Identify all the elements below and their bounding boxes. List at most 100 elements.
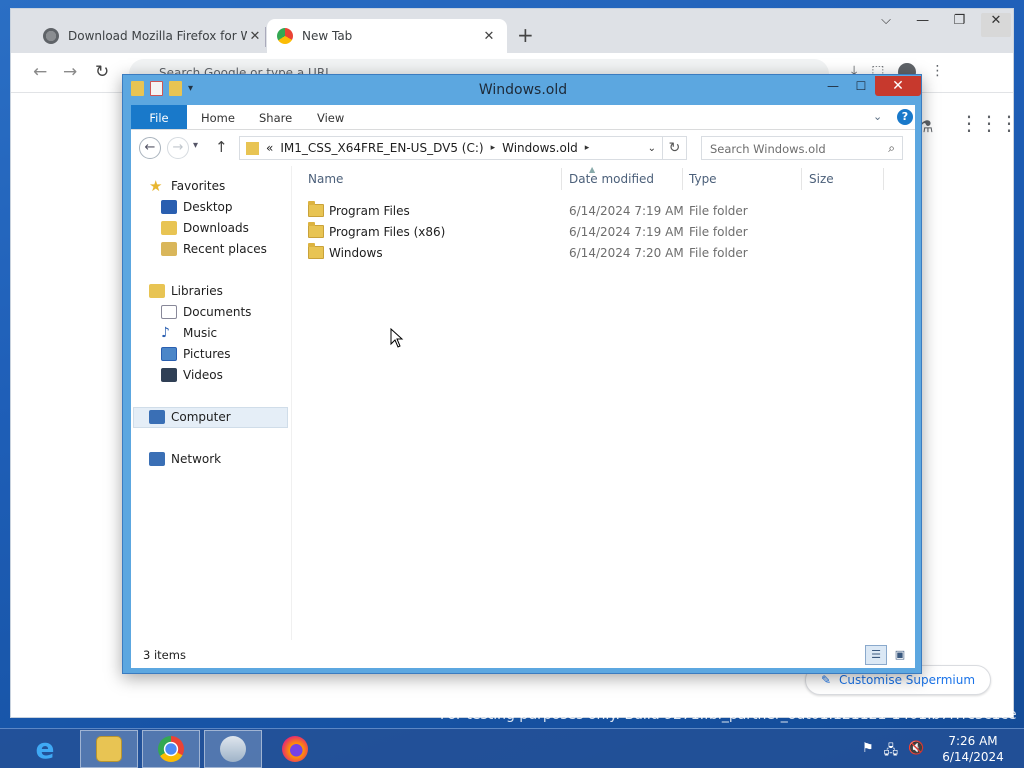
- taskbar: e ⚑ 🖧 🔇 7:26 AM 6/14/2024: [0, 728, 1024, 768]
- breadcrumb-chevron-icon[interactable]: ▸: [585, 143, 590, 153]
- taskbar-firefox[interactable]: [266, 730, 324, 768]
- column-header-type[interactable]: Type: [689, 172, 717, 186]
- taskbar-internet-explorer[interactable]: e: [16, 730, 74, 768]
- new-folder-icon[interactable]: [169, 81, 182, 96]
- tab-firefox-download[interactable]: Download Mozilla Firefox for W ✕: [33, 19, 273, 53]
- apps-grid-icon[interactable]: ⋮⋮⋮: [959, 113, 1019, 133]
- properties-icon[interactable]: [150, 81, 163, 96]
- breadcrumb-windows-old[interactable]: Windows.old: [502, 141, 578, 155]
- new-tab-button[interactable]: +: [517, 25, 534, 45]
- nav-network[interactable]: Network: [131, 449, 291, 469]
- minimize-button[interactable]: —: [908, 13, 938, 37]
- refresh-icon[interactable]: ↻: [663, 136, 687, 160]
- nav-label: Favorites: [171, 179, 226, 193]
- network-icon: [149, 452, 165, 466]
- back-icon[interactable]: ←: [33, 62, 47, 82]
- nav-item-downloads[interactable]: Downloads: [131, 218, 291, 238]
- tab-new-tab[interactable]: New Tab ✕: [267, 19, 507, 53]
- clock[interactable]: 7:26 AM 6/14/2024: [930, 733, 1016, 765]
- status-bar: 3 items ☰ ▣: [131, 640, 915, 668]
- nav-label: Downloads: [183, 221, 249, 235]
- folder-icon: [308, 243, 324, 259]
- search-icon[interactable]: ⌕: [888, 141, 895, 156]
- explorer-content: ★ Favorites Desktop Downloads Recent pla…: [131, 165, 915, 640]
- tab-file[interactable]: File: [131, 105, 187, 129]
- taskbar-media[interactable]: [204, 730, 262, 768]
- internet-explorer-icon: e: [35, 732, 55, 765]
- file-name: Windows: [329, 246, 383, 260]
- recent-locations-icon[interactable]: ▾: [193, 140, 198, 151]
- forward-button[interactable]: →: [167, 137, 189, 159]
- nav-libraries[interactable]: Libraries: [131, 281, 291, 301]
- nav-favorites[interactable]: ★ Favorites: [131, 176, 291, 196]
- breadcrumb-drive[interactable]: IM1_CSS_X64FRE_EN-US_DV5 (C:): [280, 141, 483, 155]
- expand-ribbon-icon[interactable]: ⌄: [873, 110, 882, 123]
- nav-item-desktop[interactable]: Desktop: [131, 197, 291, 217]
- column-header-date[interactable]: Date modified: [569, 172, 654, 186]
- file-explorer-icon: [96, 736, 122, 762]
- nav-computer[interactable]: Computer: [131, 407, 291, 427]
- explorer-titlebar[interactable]: ▾ Windows.old — ☐ ✕: [123, 75, 921, 105]
- nav-item-recent-places[interactable]: Recent places: [131, 239, 291, 259]
- large-icons-view-icon[interactable]: ▣: [889, 645, 911, 665]
- maximize-button[interactable]: ☐: [847, 76, 875, 96]
- recent-places-icon: [161, 242, 177, 256]
- address-overflow[interactable]: «: [266, 141, 273, 155]
- nav-label: Libraries: [171, 284, 223, 298]
- details-view-icon[interactable]: ☰: [865, 645, 887, 665]
- column-divider[interactable]: [801, 168, 802, 190]
- back-button[interactable]: ←: [139, 137, 161, 159]
- column-divider[interactable]: [561, 168, 562, 190]
- forward-icon[interactable]: →: [63, 62, 77, 82]
- column-header-size[interactable]: Size: [809, 172, 834, 186]
- tab-home[interactable]: Home: [187, 105, 249, 129]
- close-button[interactable]: ✕: [980, 13, 1011, 37]
- nav-item-documents[interactable]: Documents: [131, 302, 291, 322]
- file-row[interactable]: Program Files 6/14/2024 7:19 AM File fol…: [293, 201, 913, 222]
- file-date: 6/14/2024 7:20 AM: [569, 246, 684, 260]
- address-bar[interactable]: « IM1_CSS_X64FRE_EN-US_DV5 (C:) ▸ Window…: [239, 136, 663, 160]
- nav-label: Music: [183, 326, 218, 340]
- pane-splitter[interactable]: [291, 166, 292, 640]
- tab-view[interactable]: View: [303, 105, 358, 129]
- tab-search-icon[interactable]: ⌵: [871, 13, 901, 37]
- breadcrumb-chevron-icon[interactable]: ▸: [491, 143, 496, 153]
- file-row[interactable]: Windows 6/14/2024 7:20 AM File folder: [293, 243, 913, 264]
- tab-share[interactable]: Share: [245, 105, 306, 129]
- taskbar-file-explorer[interactable]: [80, 730, 138, 768]
- address-dropdown-icon[interactable]: ⌄: [648, 143, 656, 154]
- build-watermark: For testing purposes only. Build 9271.fb…: [440, 707, 1017, 723]
- restore-button[interactable]: ❐: [944, 13, 974, 37]
- nav-item-pictures[interactable]: Pictures: [131, 344, 291, 364]
- volume-muted-icon[interactable]: 🔇: [908, 741, 924, 763]
- window-title: Windows.old: [478, 82, 568, 98]
- address-toolbar: ← → ▾ ↑ « IM1_CSS_X64FRE_EN-US_DV5 (C:) …: [131, 130, 915, 166]
- nav-label: Desktop: [183, 200, 233, 214]
- network-icon[interactable]: 🖧: [884, 741, 899, 763]
- libraries-icon: [149, 284, 165, 298]
- column-divider[interactable]: [682, 168, 683, 190]
- taskbar-chrome[interactable]: [142, 730, 200, 768]
- quick-access-toolbar: ▾: [131, 81, 193, 96]
- nav-label: Computer: [171, 410, 231, 424]
- menu-icon[interactable]: ⋮: [930, 63, 944, 81]
- tab-close-icon[interactable]: ✕: [247, 29, 263, 44]
- computer-icon: [149, 410, 165, 424]
- column-divider[interactable]: [883, 168, 884, 190]
- file-row[interactable]: Program Files (x86) 6/14/2024 7:19 AM Fi…: [293, 222, 913, 243]
- reload-icon[interactable]: ↻: [95, 62, 109, 82]
- flag-icon[interactable]: ⚑: [862, 741, 874, 763]
- up-icon[interactable]: ↑: [215, 138, 228, 156]
- customize-toolbar-icon[interactable]: ▾: [188, 83, 193, 94]
- tab-strip: Download Mozilla Firefox for W ✕ New Tab…: [11, 9, 1013, 53]
- help-icon[interactable]: ?: [897, 109, 913, 125]
- minimize-button[interactable]: —: [819, 76, 847, 96]
- tab-close-icon[interactable]: ✕: [481, 29, 497, 44]
- column-header-name[interactable]: Name: [308, 172, 343, 186]
- close-button[interactable]: ✕: [875, 76, 921, 96]
- item-count: 3 items: [143, 648, 186, 662]
- nav-item-music[interactable]: ♪ Music: [131, 323, 291, 343]
- nav-item-videos[interactable]: Videos: [131, 365, 291, 385]
- explorer-window-controls: — ☐ ✕: [819, 76, 921, 96]
- search-input[interactable]: Search Windows.old ⌕: [701, 136, 903, 160]
